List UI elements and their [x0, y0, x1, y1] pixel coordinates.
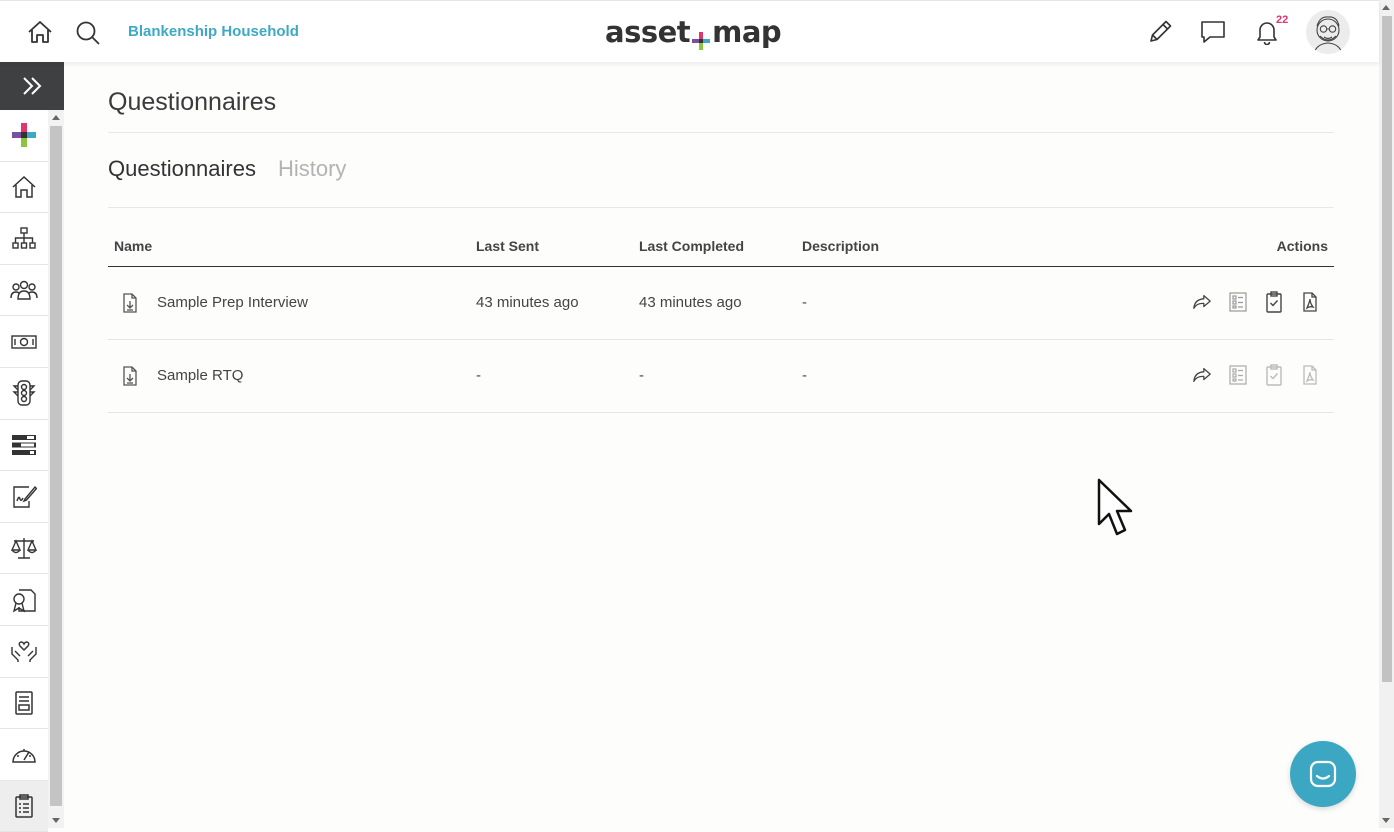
tab-questionnaires[interactable]: Questionnaires [108, 156, 256, 182]
scroll-up-arrow[interactable] [52, 115, 60, 120]
cash-icon [11, 334, 37, 349]
sidebar-item-org-chart[interactable] [0, 213, 48, 265]
list-icon [1228, 364, 1248, 386]
questionnaires-table: Name Last Sent Last Completed Descriptio… [108, 224, 1334, 413]
sidebar-item-plus-logo[interactable] [0, 110, 48, 162]
description: - [802, 294, 807, 311]
sidebar-item-members[interactable] [0, 265, 48, 317]
stacked-bars-icon [12, 434, 36, 455]
download-document-icon[interactable] [122, 366, 138, 390]
scroll-down-arrow[interactable] [1382, 818, 1390, 823]
tab-history[interactable]: History [278, 156, 346, 182]
members-icon [10, 280, 38, 300]
last-completed: 43 minutes ago [639, 294, 742, 311]
sidebar-item-home[interactable] [0, 162, 48, 214]
sidebar-item-traffic-light[interactable] [0, 368, 48, 420]
column-header-name[interactable]: Name [114, 238, 152, 254]
sidebar-item-questionnaires[interactable] [0, 780, 48, 832]
traffic-light-icon [12, 380, 36, 406]
row-actions [1192, 291, 1320, 313]
column-header-last-sent[interactable]: Last Sent [476, 238, 539, 254]
share-icon[interactable] [1192, 364, 1212, 386]
clipboard-check-icon[interactable] [1264, 291, 1284, 313]
tabs-divider [108, 207, 1334, 208]
last-completed: - [639, 367, 644, 384]
pdf-icon [1300, 364, 1320, 386]
top-bar: Blankenship Household asset map 22 [0, 0, 1379, 62]
heart-hands-icon [11, 641, 37, 663]
sidebar-scrollbar[interactable] [48, 110, 64, 828]
sidebar-nav [0, 110, 48, 832]
questionnaire-name[interactable]: Sample Prep Interview [157, 294, 308, 311]
sidebar-item-scales[interactable] [0, 523, 48, 575]
chat-launcher-icon [1309, 760, 1337, 788]
tab-bar: Questionnaires History [108, 156, 346, 182]
pencil-icon[interactable] [1146, 18, 1174, 46]
questionnaire-name[interactable]: Sample RTQ [157, 367, 243, 384]
row-actions [1192, 364, 1320, 386]
download-document-icon[interactable] [122, 293, 138, 317]
description: - [802, 367, 807, 384]
document-icon [15, 691, 33, 715]
home-icon[interactable] [26, 19, 54, 45]
page-scroll-thumb[interactable] [1382, 16, 1392, 682]
sidebar [0, 62, 64, 832]
search-icon[interactable] [74, 19, 102, 47]
sidebar-item-heart-hands[interactable] [0, 626, 48, 678]
scales-icon [10, 538, 38, 559]
list-icon[interactable] [1228, 291, 1248, 313]
logo-text-left: asset [605, 15, 691, 49]
share-icon[interactable] [1192, 291, 1212, 313]
speedometer-icon [12, 749, 36, 764]
column-header-actions: Actions [1276, 238, 1328, 254]
chat-launcher-button[interactable] [1290, 741, 1356, 807]
logo-plus-icon [692, 23, 711, 50]
scroll-up-arrow[interactable] [1382, 5, 1390, 10]
last-sent: 43 minutes ago [476, 294, 579, 311]
sidebar-item-speedometer[interactable] [0, 729, 48, 781]
table-row: Sample RTQ - - - [108, 340, 1334, 413]
avatar[interactable] [1306, 10, 1350, 54]
org-chart-icon [12, 227, 36, 250]
signature-icon [13, 486, 37, 509]
plus-logo-icon [12, 123, 36, 148]
household-link[interactable]: Blankenship Household [128, 23, 299, 40]
page-title: Questionnaires [108, 88, 277, 116]
asset-map-logo: asset map [605, 13, 782, 51]
last-sent: - [476, 367, 481, 384]
column-header-description[interactable]: Description [802, 238, 879, 254]
title-divider [108, 132, 1334, 133]
clipboard-icon [15, 794, 33, 818]
page-scrollbar[interactable] [1379, 0, 1394, 828]
sidebar-item-stacked-bars[interactable] [0, 420, 48, 472]
scroll-down-arrow[interactable] [52, 818, 60, 823]
chat-icon[interactable] [1199, 18, 1227, 46]
sidebar-item-cash[interactable] [0, 316, 48, 368]
sidebar-item-document[interactable] [0, 678, 48, 730]
pdf-icon[interactable] [1300, 291, 1320, 313]
expand-sidebar-button[interactable] [0, 62, 64, 110]
column-header-last-completed[interactable]: Last Completed [639, 238, 744, 254]
notification-badge: 22 [1276, 14, 1289, 26]
logo-text-right: map [712, 15, 782, 49]
clipboard-check-icon [1264, 364, 1284, 386]
table-header: Name Last Sent Last Completed Descriptio… [108, 224, 1334, 267]
sidebar-item-signature[interactable] [0, 471, 48, 523]
sidebar-item-certificate[interactable] [0, 574, 48, 626]
table-row: Sample Prep Interview 43 minutes ago 43 … [108, 267, 1334, 340]
certificate-icon [12, 588, 36, 613]
mouse-cursor-icon [1097, 478, 1139, 547]
sidebar-scroll-thumb[interactable] [50, 126, 62, 806]
home-icon [12, 175, 36, 198]
